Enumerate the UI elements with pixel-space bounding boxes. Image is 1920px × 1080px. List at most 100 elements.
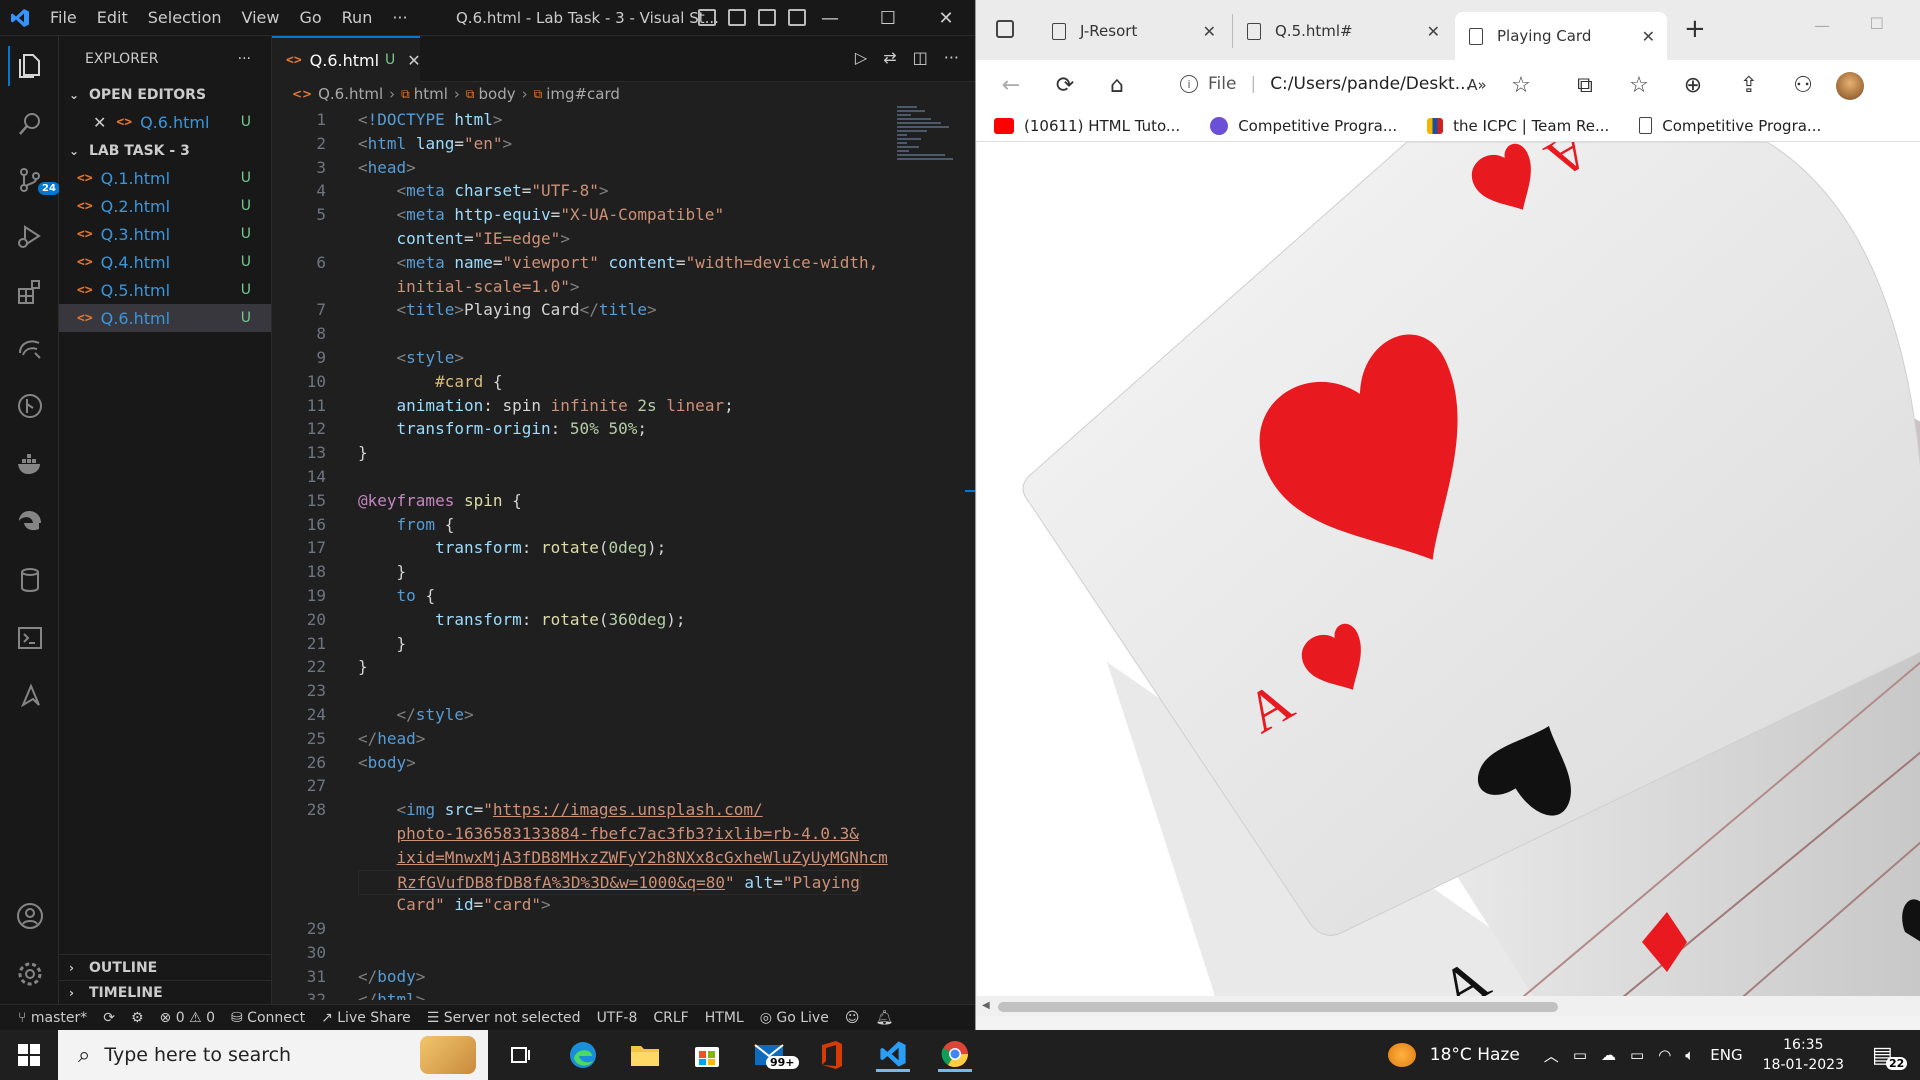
menu-edit[interactable]: Edit — [87, 0, 138, 36]
tab-actions-icon[interactable] — [996, 20, 1014, 38]
file-item[interactable]: <> Q.2.html U — [59, 192, 271, 220]
performance-icon[interactable]: ⚇ — [1790, 72, 1816, 98]
bookmark-item[interactable]: the ICPC | Team Re... — [1427, 117, 1609, 135]
remote-explorer-icon[interactable] — [10, 328, 50, 368]
toggle-secondary-sidebar-icon[interactable] — [758, 9, 776, 26]
live-share-status[interactable]: ↗ Live Share — [313, 1010, 419, 1026]
folder-section[interactable]: ⌄ LAB TASK - 3 — [59, 138, 271, 164]
file-explorer-icon[interactable] — [628, 1038, 662, 1072]
close-tab-icon[interactable]: ✕ — [1642, 27, 1655, 46]
docker-icon[interactable] — [10, 444, 50, 484]
menu-view[interactable]: View — [232, 0, 290, 36]
close-tab-icon[interactable]: ✕ — [1203, 22, 1216, 41]
explorer-more-button[interactable]: ··· — [238, 51, 251, 67]
outline-section[interactable]: › OUTLINE — [59, 954, 271, 980]
notification-center-icon[interactable]: ▤ 22 — [1872, 1043, 1912, 1070]
edge-devtools-icon[interactable] — [10, 502, 50, 542]
open-editor-item[interactable]: ✕ <> Q.6.html U — [59, 108, 271, 136]
tab-q6-html[interactable]: <> Q.6.html U ✕ — [272, 36, 421, 82]
maximize-browser-button[interactable]: ☐ — [1870, 14, 1884, 33]
scroll-left-arrow-icon[interactable]: ◀ — [982, 1000, 990, 1011]
breadcrumb-html[interactable]: html — [414, 85, 448, 103]
profile-avatar[interactable] — [1836, 72, 1864, 100]
breadcrumb-img[interactable]: img#card — [546, 85, 620, 103]
code-editor[interactable]: 1 <!DOCTYPE html> 2 <html lang="en"> 3 <hea… — [272, 108, 962, 1000]
close-editor-icon[interactable]: ✕ — [93, 113, 106, 132]
problems-status[interactable]: ⊗ 0 ⚠ 0 — [152, 1010, 223, 1026]
menu-selection[interactable]: Selection — [138, 0, 232, 36]
branch-status[interactable]: ⑂ master* — [0, 1010, 95, 1026]
minimize-browser-button[interactable]: — — [1814, 16, 1830, 35]
battery-icon[interactable]: ▭ — [1630, 1046, 1644, 1064]
show-hidden-icons-chevron-icon[interactable]: ︿ — [1544, 1045, 1559, 1066]
weather-text[interactable]: 18°C Haze — [1430, 1045, 1520, 1065]
close-tab-icon[interactable]: ✕ — [1427, 22, 1440, 41]
compare-changes-icon[interactable]: ⇄ — [883, 48, 896, 67]
edge-taskbar-icon[interactable] — [566, 1038, 600, 1072]
notifications-bell-icon[interactable]: 🔔︎ — [867, 1010, 901, 1026]
scrollbar-thumb[interactable] — [998, 1002, 1558, 1012]
close-tab-icon[interactable]: ✕ — [407, 51, 420, 70]
run-debug-icon[interactable] — [10, 216, 50, 256]
clock[interactable]: 16:35 18-01-2023 — [1763, 1035, 1844, 1075]
file-item[interactable]: <> Q.4.html U — [59, 248, 271, 276]
new-tab-icon[interactable]: + — [1684, 14, 1706, 44]
go-live-status[interactable]: ◎ Go Live — [752, 1010, 837, 1026]
feedback-icon[interactable]: ☺ — [837, 1010, 868, 1026]
menu-go[interactable]: Go — [289, 0, 331, 36]
toggle-panel-icon[interactable] — [728, 9, 746, 26]
close-button[interactable]: ✕ — [917, 0, 975, 36]
minimap[interactable] — [897, 106, 957, 186]
browser-tab-q5[interactable]: Q.5.html# ✕ — [1232, 14, 1452, 48]
menu-file[interactable]: File — [40, 0, 87, 36]
bookmark-item[interactable]: (10611) HTML Tuto... — [994, 117, 1180, 135]
breadcrumb-file[interactable]: Q.6.html — [318, 85, 383, 103]
timeline-section[interactable]: › TIMELINE — [59, 980, 271, 1005]
file-item[interactable]: <> Q.1.html U — [59, 164, 271, 192]
minimize-button[interactable]: — — [801, 0, 859, 36]
bookmark-item[interactable]: Competitive Progra... — [1639, 117, 1821, 135]
menu-run[interactable]: Run — [332, 0, 383, 36]
vscode-taskbar-icon[interactable] — [876, 1038, 910, 1072]
browser-tab-playing-card[interactable]: Playing Card ✕ — [1455, 12, 1667, 60]
read-aloud-icon[interactable]: A» — [1464, 72, 1490, 98]
settings-gear-icon[interactable] — [10, 954, 50, 994]
toggle-primary-sidebar-icon[interactable] — [698, 9, 716, 26]
refresh-icon[interactable]: ⟳ — [1052, 72, 1078, 98]
source-control-icon[interactable]: 24 — [10, 160, 60, 200]
taskbar-search-box[interactable]: ⌕ Type here to search — [58, 1030, 488, 1080]
extensions-icon[interactable] — [10, 272, 50, 312]
split-editor-icon[interactable]: ◫ — [913, 48, 928, 67]
run-icon[interactable]: ▷ — [855, 48, 867, 67]
sync-icon[interactable]: ⟳ — [95, 1010, 123, 1026]
menu-more[interactable]: ··· — [382, 0, 417, 36]
onedrive-cloud-icon[interactable]: ☁ — [1601, 1046, 1616, 1064]
git-graph-icon[interactable] — [10, 386, 50, 426]
maximize-button[interactable]: ☐ — [859, 0, 917, 36]
horizontal-scrollbar[interactable]: ◀ — [976, 996, 1920, 1016]
explorer-icon[interactable] — [8, 46, 48, 86]
share-icon[interactable]: ⇪ — [1736, 72, 1762, 98]
remote-icon[interactable]: ⚙ — [123, 1010, 152, 1026]
collections-icon[interactable]: ⊕ — [1680, 72, 1706, 98]
back-arrow-icon[interactable]: ← — [998, 72, 1024, 98]
azure-icon[interactable] — [10, 676, 50, 716]
connect-status[interactable]: ⛁ Connect — [223, 1010, 313, 1026]
open-editors-section[interactable]: ⌄ OPEN EDITORS — [59, 82, 271, 108]
encoding-status[interactable]: UTF-8 — [589, 1010, 646, 1026]
wifi-icon[interactable]: ◠ — [1658, 1046, 1671, 1064]
extensions-puzzle-icon[interactable]: ⧉ — [1572, 72, 1598, 98]
browser-tab-j-resort[interactable]: J-Resort ✕ — [1038, 14, 1228, 48]
input-language[interactable]: ENG — [1710, 1046, 1742, 1064]
breadcrumb-body[interactable]: body — [479, 85, 516, 103]
server-status[interactable]: ☰ Server not selected — [419, 1010, 589, 1026]
file-item[interactable]: <> Q.5.html U — [59, 276, 271, 304]
file-item[interactable]: <> Q.3.html U — [59, 220, 271, 248]
home-icon[interactable]: ⌂ — [1104, 72, 1130, 98]
task-view-icon[interactable] — [504, 1038, 538, 1072]
more-actions-icon[interactable]: ··· — [944, 48, 959, 67]
chrome-icon[interactable] — [938, 1038, 972, 1072]
mail-icon[interactable]: 99+ — [752, 1038, 799, 1072]
eol-status[interactable]: CRLF — [645, 1010, 696, 1026]
terminal-icon[interactable] — [10, 618, 50, 658]
